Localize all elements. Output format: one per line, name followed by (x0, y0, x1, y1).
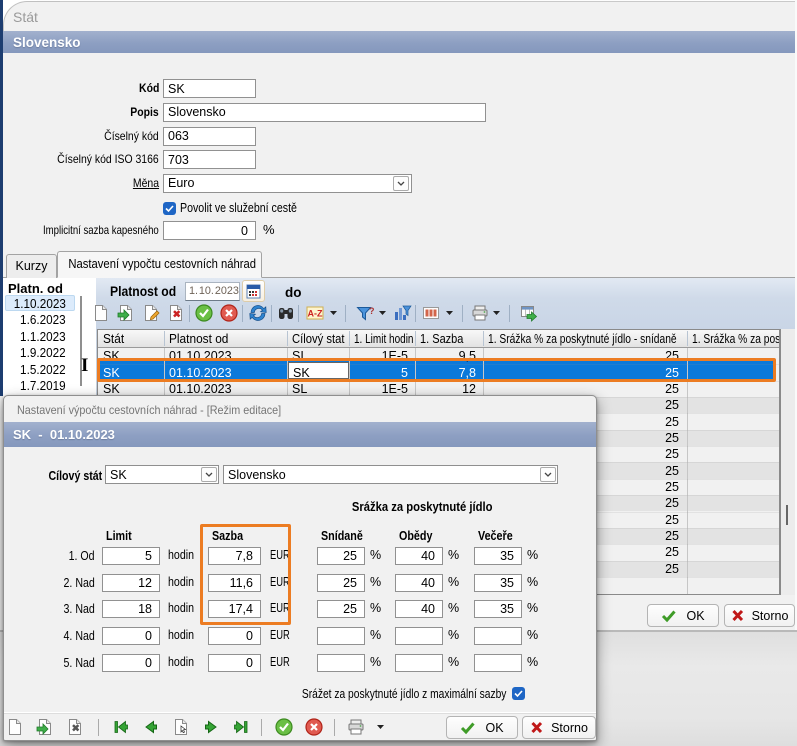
svg-text:?: ? (369, 306, 374, 316)
svg-text:A-Z: A-Z (308, 309, 323, 319)
